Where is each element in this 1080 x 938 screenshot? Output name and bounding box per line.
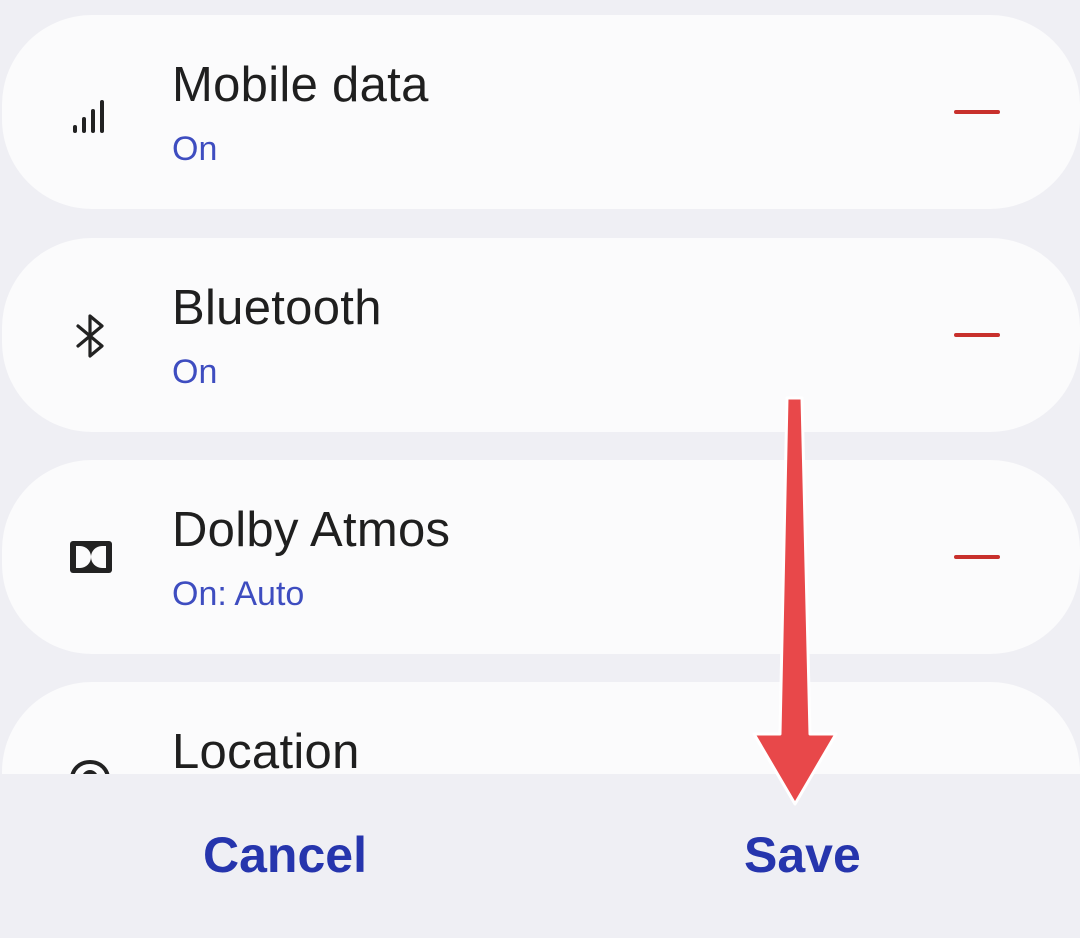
remove-bluetooth-button[interactable]: [954, 333, 1000, 337]
tile-status: On: [172, 353, 218, 391]
remove-mobile-data-button[interactable]: [954, 110, 1000, 114]
tile-dolby-atmos[interactable]: Dolby Atmos On: Auto: [2, 460, 1080, 654]
remove-dolby-atmos-button[interactable]: [954, 555, 1000, 559]
tile-title: Location: [172, 725, 360, 775]
save-button[interactable]: Save: [744, 830, 861, 880]
tile-title: Bluetooth: [172, 281, 382, 335]
signal-bars-icon: [64, 89, 116, 137]
quick-settings-list[interactable]: Mobile data On Bluetooth On Dolby Atmos …: [0, 0, 1080, 774]
footer-bar: Cancel Save: [0, 774, 1080, 938]
bluetooth-icon: [64, 312, 116, 360]
tile-status: On: [172, 130, 218, 168]
tile-title: Mobile data: [172, 58, 429, 112]
tile-title: Dolby Atmos: [172, 503, 451, 557]
cancel-button[interactable]: Cancel: [203, 830, 367, 880]
tile-bluetooth[interactable]: Bluetooth On: [2, 238, 1080, 432]
tile-status: On: Auto: [172, 575, 305, 613]
tile-mobile-data[interactable]: Mobile data On: [2, 15, 1080, 209]
dolby-icon: [64, 534, 116, 582]
tile-location[interactable]: Location: [2, 682, 1080, 774]
location-icon: [64, 756, 116, 774]
edit-quick-panel-screen: Mobile data On Bluetooth On Dolby Atmos …: [0, 0, 1080, 938]
